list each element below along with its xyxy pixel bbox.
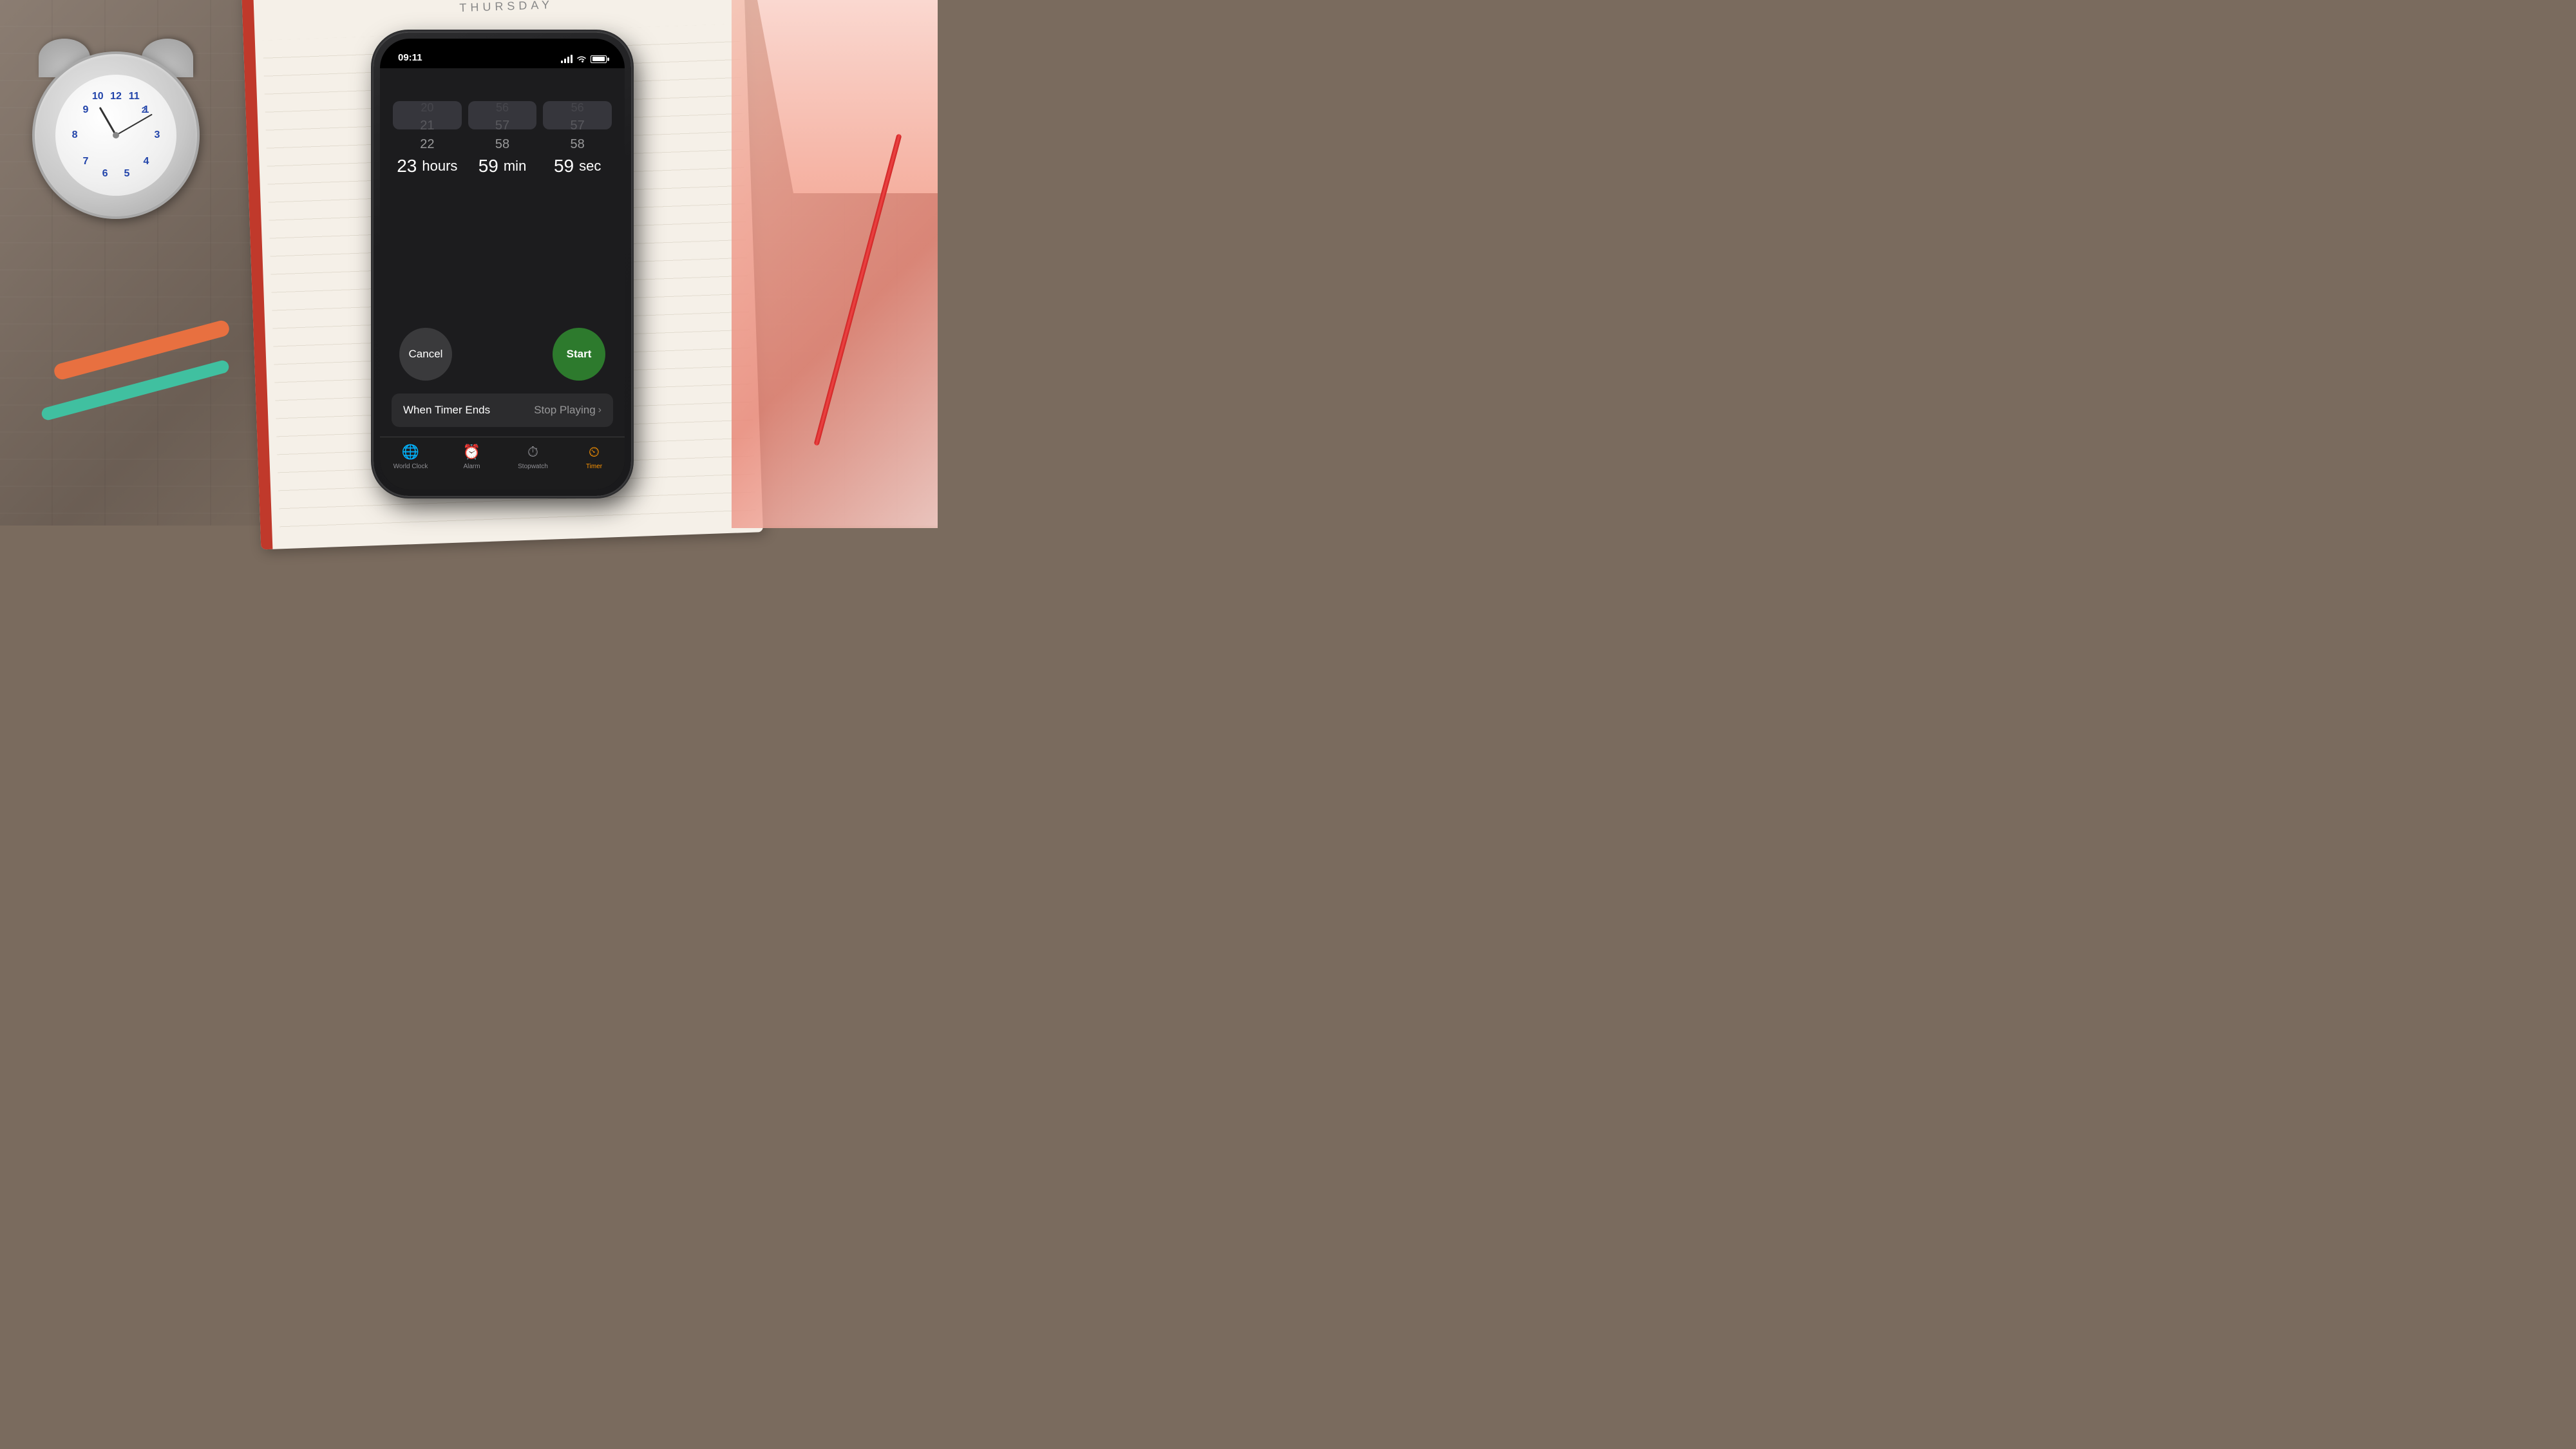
seconds-above: 56 57 58: [571, 101, 585, 152]
signal-bar-2: [564, 59, 566, 63]
clock-body: 12 1 3 4 5 6 7 8 9 10 11 2: [32, 52, 200, 219]
minutes-item-58: 58: [495, 137, 509, 152]
clock-num-11: 11: [129, 91, 140, 102]
phone-notch: [460, 39, 544, 57]
hours-label: hours: [422, 158, 457, 175]
signal-bar-3: [567, 57, 569, 63]
start-button[interactable]: Start: [553, 328, 605, 381]
clock-num-3: 3: [154, 129, 160, 141]
when-timer-ends-label: When Timer Ends: [403, 404, 490, 417]
status-icons: [561, 55, 607, 63]
battery-fill: [592, 57, 605, 61]
clock-num-5: 5: [124, 168, 129, 180]
signal-bar-1: [561, 61, 563, 63]
seconds-selected-row: 59 sec: [554, 155, 601, 178]
hours-item-20: 20: [421, 101, 433, 115]
clock-face: 12 1 3 4 5 6 7 8 9 10 11 2: [55, 75, 176, 196]
timer-label: Timer: [586, 463, 602, 470]
clock-num-2: 2: [142, 106, 146, 115]
clock-hour-hand: [99, 107, 117, 136]
signal-bars-icon: [561, 55, 573, 63]
timer-screen-content: 20 21 22 23 hours: [380, 68, 625, 489]
tab-world-clock[interactable]: 🌐 World Clock: [380, 444, 441, 470]
phone-body: 09:11: [374, 32, 631, 496]
clock-num-9: 9: [83, 104, 89, 116]
cancel-button[interactable]: Cancel: [399, 328, 452, 381]
world-clock-icon: 🌐: [402, 444, 419, 460]
timer-controls: Cancel Start: [380, 321, 625, 393]
signal-bar-4: [571, 55, 573, 63]
battery-icon: [591, 55, 607, 63]
seconds-picker-column[interactable]: 56 57 58 59 sec: [540, 101, 615, 178]
minutes-picker-column[interactable]: 56 57 58 59 min: [465, 101, 540, 178]
timer-ends-value-text: Stop Playing: [534, 404, 595, 417]
hours-selected-row: 23 hours: [397, 155, 457, 178]
clock-num-6: 6: [102, 168, 108, 180]
clock-minute-hand: [116, 114, 153, 136]
timer-spacer: [380, 205, 625, 322]
hours-above: 20 21 22: [420, 101, 434, 152]
minutes-above: 56 57 58: [495, 101, 509, 152]
hours-item-22: 22: [420, 137, 434, 152]
tab-stopwatch[interactable]: ⏱ Stopwatch: [502, 444, 564, 470]
minutes-item-57: 57: [495, 118, 509, 133]
hours-item-21: 21: [420, 118, 434, 133]
clock-num-8: 8: [72, 129, 78, 141]
hours-selected-value: 23: [397, 155, 417, 178]
timer-picker[interactable]: 20 21 22 23 hours: [380, 68, 625, 205]
clock-num-4: 4: [144, 156, 149, 167]
analog-clock: 12 1 3 4 5 6 7 8 9 10 11 2: [19, 39, 213, 232]
stopwatch-label: Stopwatch: [518, 463, 548, 470]
seconds-item-58: 58: [571, 137, 585, 152]
clock-num-10: 10: [92, 91, 104, 102]
minutes-selected-row: 59 min: [478, 155, 527, 178]
alarm-icon: ⏰: [463, 444, 480, 460]
clock-center-dot: [113, 132, 119, 138]
picker-columns: 20 21 22 23 hours: [390, 101, 615, 178]
minutes-item-56: 56: [496, 101, 509, 115]
clock-num-12: 12: [110, 91, 122, 102]
clock-num-7: 7: [83, 156, 89, 167]
hours-picker-column[interactable]: 20 21 22 23 hours: [390, 101, 465, 178]
phone-screen: 09:11: [380, 39, 625, 489]
status-time: 09:11: [398, 52, 422, 63]
seconds-item-56: 56: [571, 101, 584, 115]
timer-ends-value-group: Stop Playing ›: [534, 404, 601, 417]
seconds-label: sec: [579, 158, 601, 175]
minutes-label: min: [504, 158, 526, 175]
stopwatch-icon: ⏱: [527, 444, 538, 460]
notebook-header: THURSDAY: [281, 0, 732, 21]
tab-alarm[interactable]: ⏰ Alarm: [441, 444, 502, 470]
tab-timer[interactable]: ⏲ Timer: [564, 444, 625, 470]
seconds-item-57: 57: [571, 118, 585, 133]
chevron-right-icon: ›: [598, 404, 601, 416]
timer-icon: ⏲: [589, 444, 600, 460]
tab-bar: 🌐 World Clock ⏰ Alarm ⏱ Stopwatch ⏲ Time…: [380, 437, 625, 489]
wifi-icon: [576, 55, 587, 63]
seconds-selected-value: 59: [554, 155, 574, 178]
world-clock-label: World Clock: [393, 463, 428, 470]
minutes-selected-value: 59: [478, 155, 498, 178]
when-timer-ends-row[interactable]: When Timer Ends Stop Playing ›: [392, 393, 613, 427]
phone-device: 09:11: [374, 32, 631, 496]
alarm-label: Alarm: [463, 463, 480, 470]
